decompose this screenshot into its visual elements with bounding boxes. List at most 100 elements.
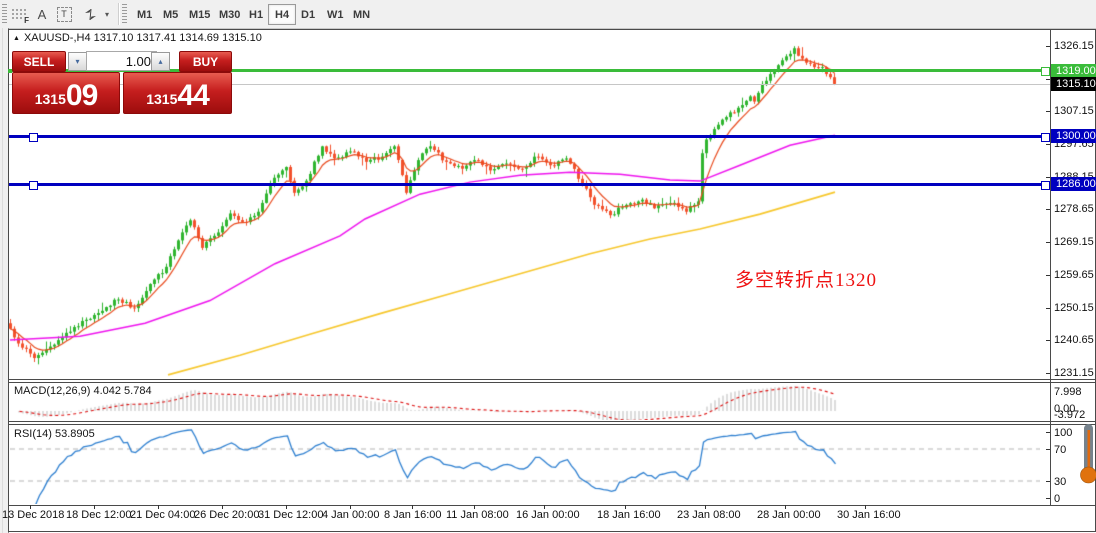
rsi-axis-label: 100: [1054, 427, 1073, 439]
chevron-down-icon: ▾: [104, 9, 109, 19]
time-axis-label: 23 Jan 08:00: [677, 509, 741, 521]
macd-canvas[interactable]: [10, 383, 1040, 420]
time-axis-label: 28 Jan 00:00: [757, 509, 821, 521]
rsi-axis-tick: [1046, 481, 1050, 482]
time-axis-tick: [705, 505, 706, 509]
price-axis-line: [1050, 30, 1051, 505]
horizontal-line-1300[interactable]: [9, 134, 1050, 138]
time-axis-label: 18 Jan 16:00: [597, 509, 661, 521]
time-axis-label: 31 Dec 12:00: [258, 509, 324, 521]
time-axis-label: 18 Dec 12:00: [66, 509, 132, 521]
sell-price-button[interactable]: 1315 09: [12, 72, 120, 114]
time-axis-label: 26 Dec 20:00: [194, 509, 260, 521]
toolbar: F A T ▾ M1 M5 M15 M30 H1 H4 D1 W1 MN: [0, 0, 1096, 29]
time-axis-tick: [625, 505, 626, 509]
time-axis-tick: [30, 505, 31, 509]
timeframe-button-d1[interactable]: D1: [294, 4, 322, 25]
price-axis-label: 1307.15: [1054, 105, 1094, 118]
ohlc-text: XAUUSD-,H4 1317.10 1317.41 1314.69 1315.…: [23, 32, 262, 44]
price-axis-tick: [1046, 274, 1050, 276]
rsi-axis-tick: [1046, 449, 1050, 450]
time-axis-tick: [865, 505, 866, 509]
arrows-dropdown-caret[interactable]: ▾: [101, 4, 113, 24]
text-tool-button[interactable]: T: [55, 4, 73, 24]
fibonacci-icon: F: [11, 7, 29, 25]
macd-pane-bottom-border: [9, 421, 1095, 422]
timeframe-button-m1[interactable]: M1: [130, 4, 159, 25]
timeframe-button-h1[interactable]: H1: [242, 4, 270, 25]
timeframe-button-m5[interactable]: M5: [156, 4, 185, 25]
fibonacci-tool-button[interactable]: F: [8, 4, 30, 25]
time-axis-tick: [785, 505, 786, 509]
chevron-down-icon: ▾: [75, 57, 80, 66]
time-axis-tick: [94, 505, 95, 509]
price-axis-tick: [1046, 242, 1050, 244]
mt4-window: F A T ▾ M1M5M15M30H1H4D1W1MN 131: [0, 0, 1096, 533]
price-axis-tick: [1046, 340, 1050, 342]
chart-text-annotation[interactable]: 多空转折点1320: [735, 265, 877, 292]
timeframe-button-h4[interactable]: H4: [268, 4, 297, 25]
line-handle[interactable]: [1041, 67, 1050, 77]
time-axis-tick: [286, 505, 287, 509]
time-axis-label: 16 Jan 00:00: [516, 509, 580, 521]
horizontal-line-1286[interactable]: [9, 182, 1050, 186]
time-axis-label: 21 Dec 04:00: [130, 509, 196, 521]
one-click-trade-panel: SELL ▾ 1.00 ▴ BUY 1315 09 1315 44: [12, 50, 232, 114]
volume-input[interactable]: 1.00: [86, 51, 157, 71]
macd-label: MACD(12,26,9) 4.042 5.784: [14, 385, 152, 397]
sell-price-pips: 09: [65, 79, 98, 112]
price-axis-label: 1240.65: [1054, 334, 1094, 347]
buy-price-button[interactable]: 1315 44: [123, 72, 232, 114]
time-axis-label: 11 Jan 08:00: [446, 509, 509, 521]
chevron-up-icon: ▴: [158, 57, 163, 66]
macd-axis-label: -3.972: [1054, 409, 1086, 421]
price-axis-tick: [1046, 46, 1050, 47]
rsi-canvas[interactable]: [10, 426, 1040, 504]
text-icon: T: [56, 6, 72, 22]
rsi-axis-tick: [1046, 498, 1050, 499]
timeframe-button-mn[interactable]: MN: [346, 4, 377, 25]
rsi-label: RSI(14) 53.8905: [14, 428, 95, 440]
arrows-tool-button[interactable]: [80, 4, 100, 24]
price-axis-tick: [1046, 209, 1050, 211]
time-axis-label: 30 Jan 16:00: [837, 509, 901, 521]
line-handle[interactable]: [1041, 180, 1050, 190]
price-axis-label: 1269.15: [1054, 236, 1094, 249]
line-handle[interactable]: [1041, 132, 1050, 142]
sell-price-base: 1315: [34, 91, 66, 107]
price-axis-label: 1326.15: [1054, 40, 1094, 52]
price-badge: 1286.00: [1051, 177, 1096, 192]
price-axis-tick: [1046, 111, 1050, 113]
line-handle[interactable]: [29, 180, 38, 190]
rsi-axis-label: 0: [1054, 493, 1061, 505]
thermometer-icon[interactable]: [1076, 423, 1096, 485]
timeframe-grip[interactable]: [122, 4, 127, 24]
price-axis-label: 1231.15: [1054, 366, 1094, 379]
rsi-axis-label: 70: [1054, 444, 1067, 456]
time-axis-label: 8 Jan 16:00: [384, 509, 442, 521]
price-axis-tick: [1046, 372, 1050, 374]
text-label-tool-button[interactable]: A: [34, 4, 50, 24]
line-handle[interactable]: [29, 132, 38, 142]
toolbar-separator: [118, 3, 120, 25]
price-axis-label: 1278.65: [1054, 203, 1094, 216]
chart-window-bottom-border: [8, 531, 1096, 532]
price-axis-label: 1250.15: [1054, 301, 1094, 314]
time-axis-line: [9, 505, 1095, 506]
volume-decrease-button[interactable]: ▾: [68, 52, 87, 71]
volume-increase-button[interactable]: ▴: [151, 52, 170, 71]
price-axis-tick: [1046, 307, 1050, 309]
time-axis-label: 4 Jan 00:00: [322, 509, 380, 521]
price-badge: 1300.00: [1051, 129, 1096, 143]
price-axis-tick: [1046, 176, 1050, 178]
collapse-arrow-icon[interactable]: ▲: [13, 35, 20, 42]
buy-button[interactable]: BUY: [179, 51, 232, 72]
sell-button[interactable]: SELL: [12, 51, 66, 72]
price-badge: 1319.00: [1051, 63, 1096, 78]
buy-price-base: 1315: [146, 91, 178, 107]
toolbar-grip[interactable]: [2, 4, 7, 24]
time-axis-tick: [474, 505, 475, 509]
symbol-info-line: ▲ XAUUSD-,H4 1317.10 1317.41 1314.69 1315…: [13, 32, 262, 44]
rsi-axis-label: 30: [1054, 476, 1067, 488]
main-pane-bottom-border: [9, 379, 1095, 380]
